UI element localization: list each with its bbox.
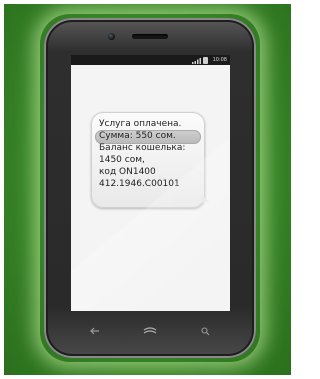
green-background: 10:08 Услуга оплачена. Сумма: 550 сом. Б…	[4, 4, 291, 375]
smartphone: 10:08 Услуга оплачена. Сумма: 550 сом. Б…	[44, 18, 256, 358]
message-line: 1450 сом,	[99, 155, 145, 165]
navigation-bar	[60, 318, 240, 346]
sms-message-bubble[interactable]: Услуга оплачена. Сумма: 550 сом. Баланс …	[91, 112, 205, 208]
message-line: Сумма: 550 сом.	[99, 131, 176, 141]
phone-screen: 10:08 Услуга оплачена. Сумма: 550 сом. Б…	[71, 55, 230, 311]
search-button[interactable]	[192, 320, 218, 342]
bubble-tail	[201, 195, 209, 203]
message-line: 412.1946.C00101	[99, 179, 180, 189]
message-line: код ON1400	[99, 167, 156, 177]
search-icon	[200, 326, 209, 335]
signal-icon	[192, 58, 201, 64]
status-bar: 10:08	[71, 55, 230, 65]
home-icon	[143, 327, 157, 334]
back-icon	[90, 327, 99, 335]
message-line: Услуга оплачена.	[99, 119, 182, 129]
message-line: Баланс кошелька:	[99, 143, 186, 153]
status-time: 10:08	[212, 57, 227, 63]
camera-icon	[108, 33, 115, 40]
home-button[interactable]	[137, 320, 163, 342]
back-button[interactable]	[82, 320, 108, 342]
earpiece-speaker	[132, 34, 168, 39]
battery-icon	[203, 57, 208, 64]
